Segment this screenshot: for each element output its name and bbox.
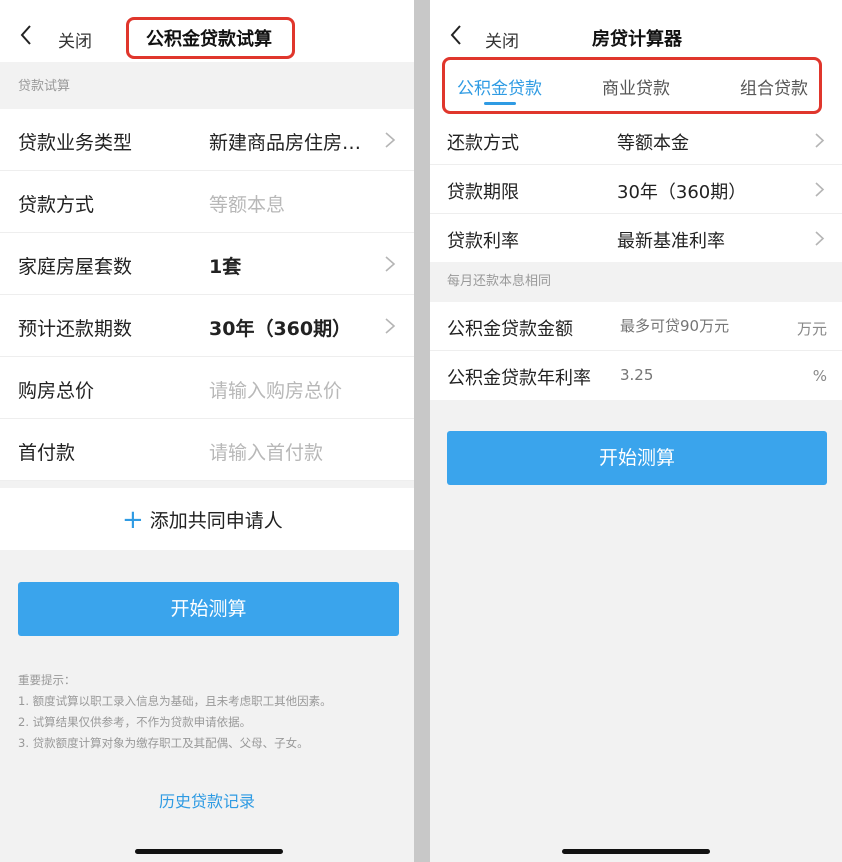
- start-calculation-button[interactable]: 开始测算: [18, 582, 399, 636]
- important-notes: 重要提示： 1. 额度试算以职工录入信息为基础，且未考虑职工其他因素。 2. 试…: [18, 670, 332, 754]
- row-label: 公积金贷款年利率: [447, 368, 591, 389]
- row-label: 家庭房屋套数: [18, 256, 133, 278]
- note-item: 3. 贷款额度计算对象为缴存职工及其配偶、父母、子女。: [18, 736, 309, 750]
- row-label: 购房总价: [18, 380, 95, 402]
- loan-method-row[interactable]: 贷款方式 等额本息: [0, 171, 414, 233]
- loan-term-row[interactable]: 贷款期限 30年（360期）: [430, 165, 842, 214]
- row-value: 等额本金: [617, 133, 689, 154]
- chevron-right-icon: [384, 317, 396, 335]
- section-gap: [0, 481, 414, 488]
- note-item: 1. 额度试算以职工录入信息为基础，且未考虑职工其他因素。: [18, 694, 332, 708]
- history-loan-records-link[interactable]: 历史贷款记录: [0, 788, 414, 812]
- back-icon[interactable]: [18, 23, 34, 47]
- unit-label: 万元: [796, 320, 827, 338]
- row-value: 1套: [209, 256, 242, 278]
- annual-rate-row: 公积金贷款年利率 %: [430, 351, 842, 400]
- add-applicant-button[interactable]: + 添加共同申请人: [122, 506, 283, 533]
- row-label: 预计还款期数: [18, 318, 133, 340]
- annual-rate-input[interactable]: [620, 366, 770, 384]
- close-button[interactable]: 关闭: [485, 27, 519, 52]
- row-label: 首付款: [18, 442, 76, 464]
- down-payment-row[interactable]: 首付款 请输入首付款: [0, 419, 414, 481]
- section-label: 贷款试算: [0, 62, 414, 109]
- loan-business-type-row[interactable]: 贷款业务类型 新建商品房住房…: [0, 109, 414, 171]
- loan-amount-row: 公积金贷款金额 万元: [430, 302, 842, 351]
- house-count-row[interactable]: 家庭房屋套数 1套: [0, 233, 414, 295]
- row-label: 贷款利率: [447, 231, 519, 252]
- row-label: 贷款方式: [18, 194, 95, 216]
- right-navbar: 关闭 房贷计算器: [430, 0, 842, 62]
- loan-rate-row[interactable]: 贷款利率 最新基准利率: [430, 214, 842, 263]
- loan-amount-input[interactable]: [620, 317, 770, 335]
- chevron-right-icon: [384, 255, 396, 273]
- right-screen: 关闭 房贷计算器 公积金贷款 商业贷款 组合贷款 还款方式 等额本金 贷款期限 …: [430, 0, 842, 862]
- left-screen: 关闭 公积金贷款试算 贷款试算 贷款业务类型 新建商品房住房… 贷款方式 等额本…: [0, 0, 414, 862]
- row-label: 贷款期限: [447, 182, 519, 203]
- page-title: 房贷计算器: [592, 29, 682, 50]
- highlight-box-title: [126, 17, 295, 59]
- add-applicant-label: 添加共同申请人: [149, 510, 283, 532]
- row-value: 等额本息: [209, 194, 286, 216]
- total-price-input[interactable]: 请输入购房总价: [209, 376, 342, 403]
- repayment-method-row[interactable]: 还款方式 等额本金: [430, 116, 842, 165]
- row-value: 30年（360期）: [617, 182, 747, 203]
- repayment-period-row[interactable]: 预计还款期数 30年（360期）: [0, 295, 414, 357]
- close-button[interactable]: 关闭: [58, 27, 92, 52]
- unit-label: %: [812, 367, 827, 385]
- note-item: 2. 试算结果仅供参考，不作为贷款申请依据。: [18, 715, 252, 729]
- start-calculation-button[interactable]: 开始测算: [447, 431, 827, 485]
- chevron-right-icon: [814, 230, 825, 247]
- home-indicator: [135, 849, 283, 854]
- row-value: 最新基准利率: [617, 231, 725, 252]
- chevron-right-icon: [384, 131, 396, 149]
- row-label: 还款方式: [447, 133, 519, 154]
- chevron-right-icon: [814, 132, 825, 149]
- row-label: 公积金贷款金额: [447, 319, 573, 340]
- section-label: 每月还款本息相同: [430, 262, 842, 302]
- row-value: 新建商品房住房…: [209, 132, 362, 154]
- chevron-right-icon: [814, 181, 825, 198]
- screen-divider: [414, 0, 430, 862]
- total-price-row[interactable]: 购房总价 请输入购房总价: [0, 357, 414, 419]
- highlight-box-tabs: [442, 57, 822, 114]
- back-icon[interactable]: [448, 23, 464, 47]
- row-label: 贷款业务类型: [18, 132, 133, 154]
- row-value: 30年（360期）: [209, 318, 352, 340]
- down-payment-input[interactable]: 请输入首付款: [209, 438, 323, 465]
- plus-icon: +: [122, 504, 144, 535]
- notes-heading: 重要提示：: [18, 673, 76, 687]
- home-indicator: [562, 849, 710, 854]
- add-applicant-row: + 添加共同申请人: [0, 488, 414, 550]
